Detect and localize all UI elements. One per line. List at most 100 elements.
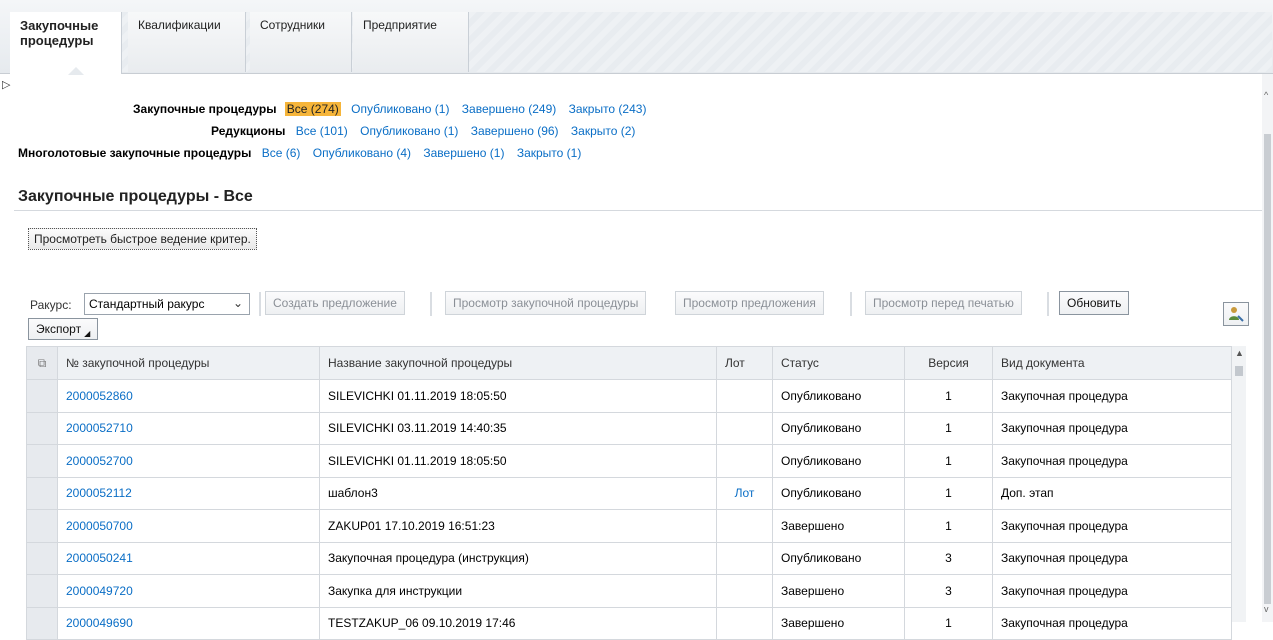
column-header-status[interactable]: Статус (772, 346, 905, 380)
procedure-number-link-text[interactable]: 2000050241 (66, 551, 133, 565)
procedure-number-link[interactable]: 2000050700 (57, 509, 320, 543)
print-preview-button[interactable]: Просмотр перед печатью (865, 291, 1022, 315)
procedure-number-link-text[interactable]: 2000049720 (66, 584, 133, 598)
status-cell: Опубликовано (772, 444, 905, 478)
filter-completed-link[interactable]: Завершено (1) (421, 146, 506, 160)
doctype-cell: Закупочная процедура (992, 509, 1232, 543)
procedure-number-link-text[interactable]: 2000050700 (66, 519, 133, 533)
lot-link[interactable] (716, 606, 773, 640)
personalize-icon[interactable] (1223, 302, 1249, 326)
table-row[interactable]: 2000050241 Закупочная процедура (инструкц… (26, 541, 1232, 575)
column-header-version[interactable]: Версия (904, 346, 993, 380)
procedure-number-link[interactable]: 2000052860 (57, 379, 320, 413)
filter-published-link[interactable]: Опубликовано (1) (349, 102, 451, 116)
filter-closed-link[interactable]: Закрыто (243) (567, 102, 649, 116)
tab-qualifications-label: Квалификации (138, 18, 221, 32)
row-selector[interactable] (26, 606, 58, 640)
view-select[interactable]: Стандартный ракурс ⌄ (84, 293, 250, 315)
scroll-up-icon[interactable]: ▲ (1235, 348, 1244, 358)
filter-all-link[interactable]: Все (274) (284, 102, 341, 116)
procedure-number-link[interactable]: 2000050241 (57, 541, 320, 575)
summary-label: Закупочные процедуры (133, 102, 277, 116)
scroll-down-icon[interactable]: v (1264, 604, 1269, 614)
procedure-number-link[interactable]: 2000052112 (57, 476, 320, 510)
filter-completed-link[interactable]: Завершено (249) (460, 102, 558, 116)
scroll-thumb[interactable] (1264, 134, 1271, 604)
procedure-number-link-text[interactable]: 2000049690 (66, 616, 133, 630)
filter-closed-link[interactable]: Закрыто (2) (569, 124, 638, 138)
toolbar-separator (850, 292, 852, 316)
lot-link[interactable] (716, 574, 773, 608)
view-label: Ракурс: (30, 298, 72, 312)
table-row[interactable]: 2000052860 SILEVICHKI 01.11.2019 18:05:50… (26, 379, 1232, 413)
procedure-number-link[interactable]: 2000049720 (57, 574, 320, 608)
tab-procurement[interactable]: Закупочные процедуры (10, 12, 122, 75)
lot-link-text[interactable]: Лот (735, 486, 755, 500)
row-selector[interactable] (26, 379, 58, 413)
quick-criteria-button[interactable]: Просмотреть быстрое ведение критер. (28, 228, 257, 250)
filter-published-link[interactable]: Опубликовано (4) (311, 146, 413, 160)
procedure-number-link[interactable]: 2000052700 (57, 444, 320, 478)
lot-link[interactable] (716, 444, 773, 478)
view-procedure-button[interactable]: Просмотр закупочной процедуры (445, 291, 647, 315)
filter-closed-link[interactable]: Закрыто (1) (515, 146, 584, 160)
version-cell: 3 (904, 541, 993, 575)
version-cell: 3 (904, 574, 993, 608)
table-row[interactable]: 2000052700 SILEVICHKI 01.11.2019 18:05:50… (26, 444, 1232, 478)
lot-link[interactable] (716, 509, 773, 543)
version-cell: 1 (904, 444, 993, 478)
procedure-number-link-text[interactable]: 2000052112 (66, 486, 132, 500)
filter-all-link[interactable]: Все (6) (260, 146, 303, 160)
row-selector[interactable] (26, 476, 58, 510)
lot-link[interactable]: Лот (716, 476, 773, 510)
row-selector[interactable] (26, 541, 58, 575)
select-all-icon[interactable]: ⧉ (26, 346, 58, 380)
filter-completed-link[interactable]: Завершено (96) (469, 124, 561, 138)
lot-link[interactable] (716, 541, 773, 575)
refresh-button[interactable]: Обновить (1059, 291, 1130, 315)
procedure-number-link[interactable]: 2000052710 (57, 411, 320, 445)
lot-link[interactable] (716, 379, 773, 413)
procedure-name: шаблон3 (319, 476, 717, 510)
column-header-name[interactable]: Название закупочной процедуры (319, 346, 717, 380)
summary-row-multilot: Многолотовые закупочные процедуры Все (6… (18, 146, 583, 164)
status-cell: Завершено (772, 509, 905, 543)
scroll-thumb[interactable] (1235, 366, 1243, 376)
table-row[interactable]: 2000049690 TESTZAKUP_06 09.10.2019 17:46 З… (26, 606, 1232, 640)
tab-enterprise[interactable]: Предприятие (353, 12, 469, 72)
row-selector[interactable] (26, 411, 58, 445)
table-row[interactable]: 2000049720 Закупка для инструкции Завершен… (26, 574, 1232, 608)
page-scrollbar[interactable]: ^ v (1262, 74, 1273, 622)
column-header-doctype[interactable]: Вид документа (992, 346, 1232, 380)
section-title: Закупочные процедуры - Все (18, 188, 253, 205)
view-offer-button[interactable]: Просмотр предложения (675, 291, 824, 315)
create-offer-button[interactable]: Создать предложение (265, 291, 405, 315)
table-row[interactable]: 2000050700 ZAKUP01 17.10.2019 16:51:23 Зав… (26, 509, 1232, 543)
export-button[interactable]: Экспорт ◢ (28, 318, 99, 340)
procedure-number-link-text[interactable]: 2000052700 (66, 454, 133, 468)
lot-link[interactable] (716, 411, 773, 445)
tab-employees[interactable]: Сотрудники (250, 12, 352, 72)
expand-panel-icon[interactable]: ▷ (2, 78, 10, 91)
scroll-up-icon[interactable]: ^ (1264, 90, 1268, 100)
procedure-number-link-text[interactable]: 2000052710 (66, 421, 133, 435)
procedure-number-link-text[interactable]: 2000052860 (66, 389, 133, 403)
table-scrollbar[interactable]: ▲ (1232, 346, 1246, 622)
status-cell: Опубликовано (772, 476, 905, 510)
row-selector[interactable] (26, 574, 58, 608)
doctype-cell: Закупочная процедура (992, 541, 1232, 575)
column-header-number[interactable]: № закупочной процедуры (57, 346, 320, 380)
table-row[interactable]: 2000052710 SILEVICHKI 03.11.2019 14:40:35… (26, 411, 1232, 445)
toolbar-separator (259, 292, 261, 316)
row-selector[interactable] (26, 444, 58, 478)
procedure-number-link[interactable]: 2000049690 (57, 606, 320, 640)
procedure-name: SILEVICHKI 01.11.2019 18:05:50 (319, 444, 717, 478)
filter-published-link[interactable]: Опубликовано (1) (358, 124, 460, 138)
table-row[interactable]: 2000052112 шаблон3 Лот Опубликовано 1 Доп. эт… (26, 476, 1232, 510)
version-cell: 1 (904, 509, 993, 543)
row-selector[interactable] (26, 509, 58, 543)
column-header-lot[interactable]: Лот (716, 346, 773, 380)
doctype-cell: Закупочная процедура (992, 411, 1232, 445)
filter-all-link[interactable]: Все (101) (294, 124, 350, 138)
tab-qualifications[interactable]: Квалификации (128, 12, 246, 72)
